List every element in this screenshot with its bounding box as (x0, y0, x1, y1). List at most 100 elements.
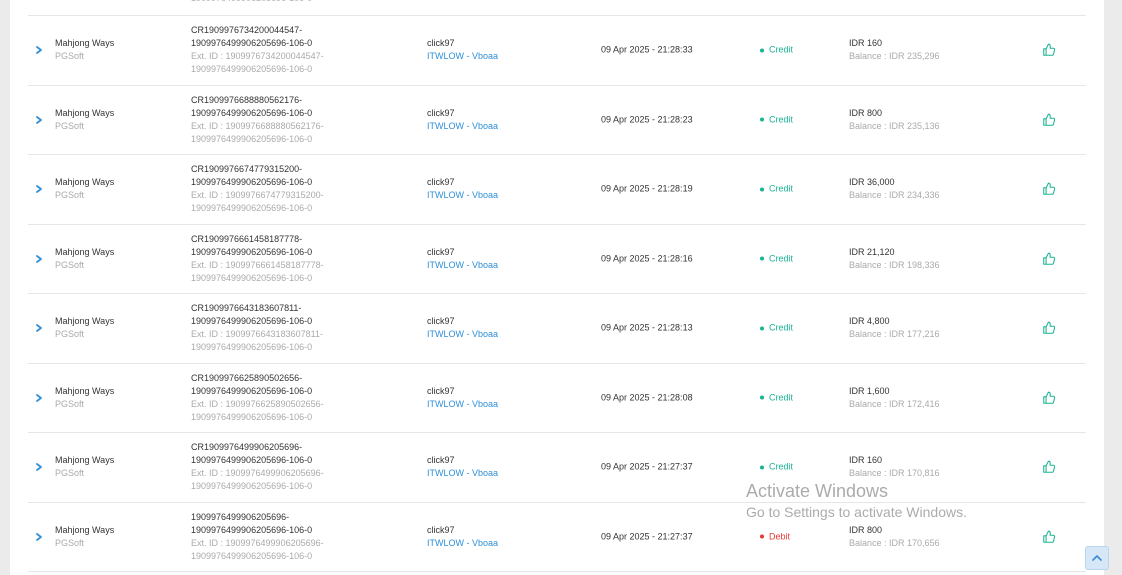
datetime-cell: 09 Apr 2025 - 21:28:16 (601, 252, 693, 265)
amount-cell: IDR 800 Balance : IDR 235,136 (849, 107, 940, 133)
thumbs-up-button[interactable] (1042, 530, 1056, 544)
expand-row-button[interactable] (33, 321, 45, 335)
transaction-id-line2: 1909976499906205696-106-0 (191, 38, 313, 49)
thumbs-up-icon (1042, 113, 1056, 127)
external-id-line2: 1909976499906205696-106-0 (191, 272, 313, 283)
type-cell: Credit (760, 252, 793, 265)
user-cell: click97 ITWLOW - Vboaa (427, 524, 498, 550)
thumbs-up-button[interactable] (1042, 321, 1056, 335)
transaction-type: Credit (769, 183, 794, 194)
game-name: Mahjong Ways (55, 524, 115, 535)
expand-row-button[interactable] (33, 391, 45, 405)
username: click97 (427, 38, 455, 49)
transaction-id-line2: 1909976499906205696-106-0 (191, 316, 313, 327)
game-name: Mahjong Ways (55, 177, 115, 188)
thumbs-up-button[interactable] (1042, 43, 1056, 57)
transaction-id-line1: CR1909976674779315200- (191, 164, 303, 175)
transaction-id-line2: 1909976499906205696-106-0 (191, 455, 313, 466)
external-id-line2: 1909976499906205696-106-0 (191, 342, 313, 353)
game-name: Mahjong Ways (55, 38, 115, 49)
type-cell: Credit (760, 183, 793, 196)
thumbs-up-button[interactable] (1042, 182, 1056, 196)
transaction-id-line2: 1909976499906205696-106-0 (191, 246, 313, 257)
transaction-amount: IDR 1,600 (849, 385, 890, 396)
transaction-amount: IDR 800 (849, 524, 883, 535)
action-cell (1042, 182, 1056, 196)
expand-row-button[interactable] (33, 460, 45, 474)
username: click97 (427, 524, 455, 535)
thumbs-up-button[interactable] (1042, 252, 1056, 266)
game-provider: PGSoft (55, 120, 85, 131)
type-cell: Credit (760, 113, 793, 126)
agent-link[interactable]: ITWLOW - Vboaa (427, 328, 498, 341)
transaction-type: Credit (769, 392, 794, 403)
transaction-datetime: 09 Apr 2025 - 21:28:19 (601, 183, 693, 194)
type-cell: Credit (760, 322, 793, 335)
status-dot-icon (760, 395, 764, 400)
expand-row-button[interactable] (33, 530, 45, 544)
agent-link[interactable]: ITWLOW - Vboaa (427, 467, 498, 480)
transaction-id-line1: 1909976499906205696- (191, 511, 290, 522)
agent-link[interactable]: ITWLOW - Vboaa (427, 189, 498, 202)
external-id-line1: Ext. ID : 1909976688880562176- (191, 120, 324, 131)
external-id-line1: Ext. ID : 1909976661458187778- (191, 259, 324, 270)
transaction-amount: IDR 4,800 (849, 316, 890, 327)
status-dot-icon (760, 117, 764, 122)
agent-link[interactable]: ITWLOW - Vboaa (427, 50, 498, 63)
user-cell: click97 ITWLOW - Vboaa (427, 315, 498, 341)
thumbs-up-button[interactable] (1042, 113, 1056, 127)
thumbs-up-button[interactable] (1042, 391, 1056, 405)
expand-row-button[interactable] (33, 43, 45, 57)
action-cell (1042, 460, 1056, 474)
agent-link[interactable]: ITWLOW - Vboaa (427, 259, 498, 272)
external-id-line2: 1909976499906205696-106-0 (191, 411, 313, 422)
user-cell: click97 ITWLOW - Vboaa (427, 107, 498, 133)
status-dot-icon (760, 326, 764, 331)
action-cell (1042, 252, 1056, 266)
table-row: Mahjong Ways PGSoft CR1909976734200044547-… (28, 16, 1086, 86)
action-cell (1042, 113, 1056, 127)
table-row: Mahjong Ways PGSoft CR1909976643183607811-… (28, 294, 1086, 364)
thumbs-up-icon (1042, 321, 1056, 335)
game-provider: PGSoft (55, 329, 85, 340)
expand-row-button[interactable] (33, 252, 45, 266)
expand-row-button[interactable] (33, 113, 45, 127)
external-id-line2: 1909976499906205696-106-0 (191, 133, 313, 144)
status-dot-icon (760, 534, 764, 539)
thumbs-up-button[interactable] (1042, 460, 1056, 474)
game-provider: PGSoft (55, 259, 85, 270)
transaction-type: Credit (769, 114, 794, 125)
agent-link[interactable]: ITWLOW - Vboaa (427, 537, 498, 550)
transaction-id-cell: CR1909976674779315200- 190997649990620569… (191, 163, 324, 215)
chevron-right-icon (33, 182, 45, 196)
scroll-to-top-button[interactable] (1085, 546, 1109, 570)
transaction-list: Mahjong Ways PGSoft CR1909976734200044547-… (28, 16, 1086, 572)
transaction-id-cell: CR1909976625890502656- 190997649990620569… (191, 372, 324, 424)
table-row: Mahjong Ways PGSoft CR1909976625890502656-… (28, 364, 1086, 433)
transaction-id-cell: CR1909976734200044547- 190997649990620569… (191, 24, 324, 76)
game-cell: Mahjong Ways PGSoft (55, 385, 114, 411)
username: click97 (427, 385, 455, 396)
external-id-line1: Ext. ID : 1909976643183607811- (191, 329, 323, 340)
thumbs-up-icon (1042, 252, 1056, 266)
user-cell: click97 ITWLOW - Vboaa (427, 246, 498, 272)
transaction-id-line1: CR1909976499906205696- (191, 442, 303, 453)
agent-link[interactable]: ITWLOW - Vboaa (427, 398, 498, 411)
status-badge: Credit (760, 113, 793, 126)
transaction-datetime: 09 Apr 2025 - 21:28:08 (601, 392, 693, 403)
user-cell: click97 ITWLOW - Vboaa (427, 176, 498, 202)
running-balance: Balance : IDR 234,336 (849, 190, 940, 201)
running-balance: Balance : IDR 170,656 (849, 537, 940, 548)
transaction-datetime: 09 Apr 2025 - 21:28:13 (601, 322, 693, 333)
agent-link[interactable]: ITWLOW - Vboaa (427, 120, 498, 133)
table-row: Mahjong Ways PGSoft CR1909976688880562176-… (28, 86, 1086, 155)
expand-row-button[interactable] (33, 182, 45, 196)
status-badge: Credit (760, 461, 793, 474)
datetime-cell: 09 Apr 2025 - 21:28:23 (601, 113, 693, 126)
username: click97 (427, 246, 455, 257)
external-id-line2: 1909976499906205696-106-0 (191, 550, 313, 561)
transaction-datetime: 09 Apr 2025 - 21:28:33 (601, 44, 693, 55)
transaction-id-cell: 1909976499906205696- 1909976499906205696-… (191, 511, 324, 563)
type-cell: Credit (760, 391, 793, 404)
transaction-id-line2: 1909976499906205696-106-0 (191, 385, 313, 396)
